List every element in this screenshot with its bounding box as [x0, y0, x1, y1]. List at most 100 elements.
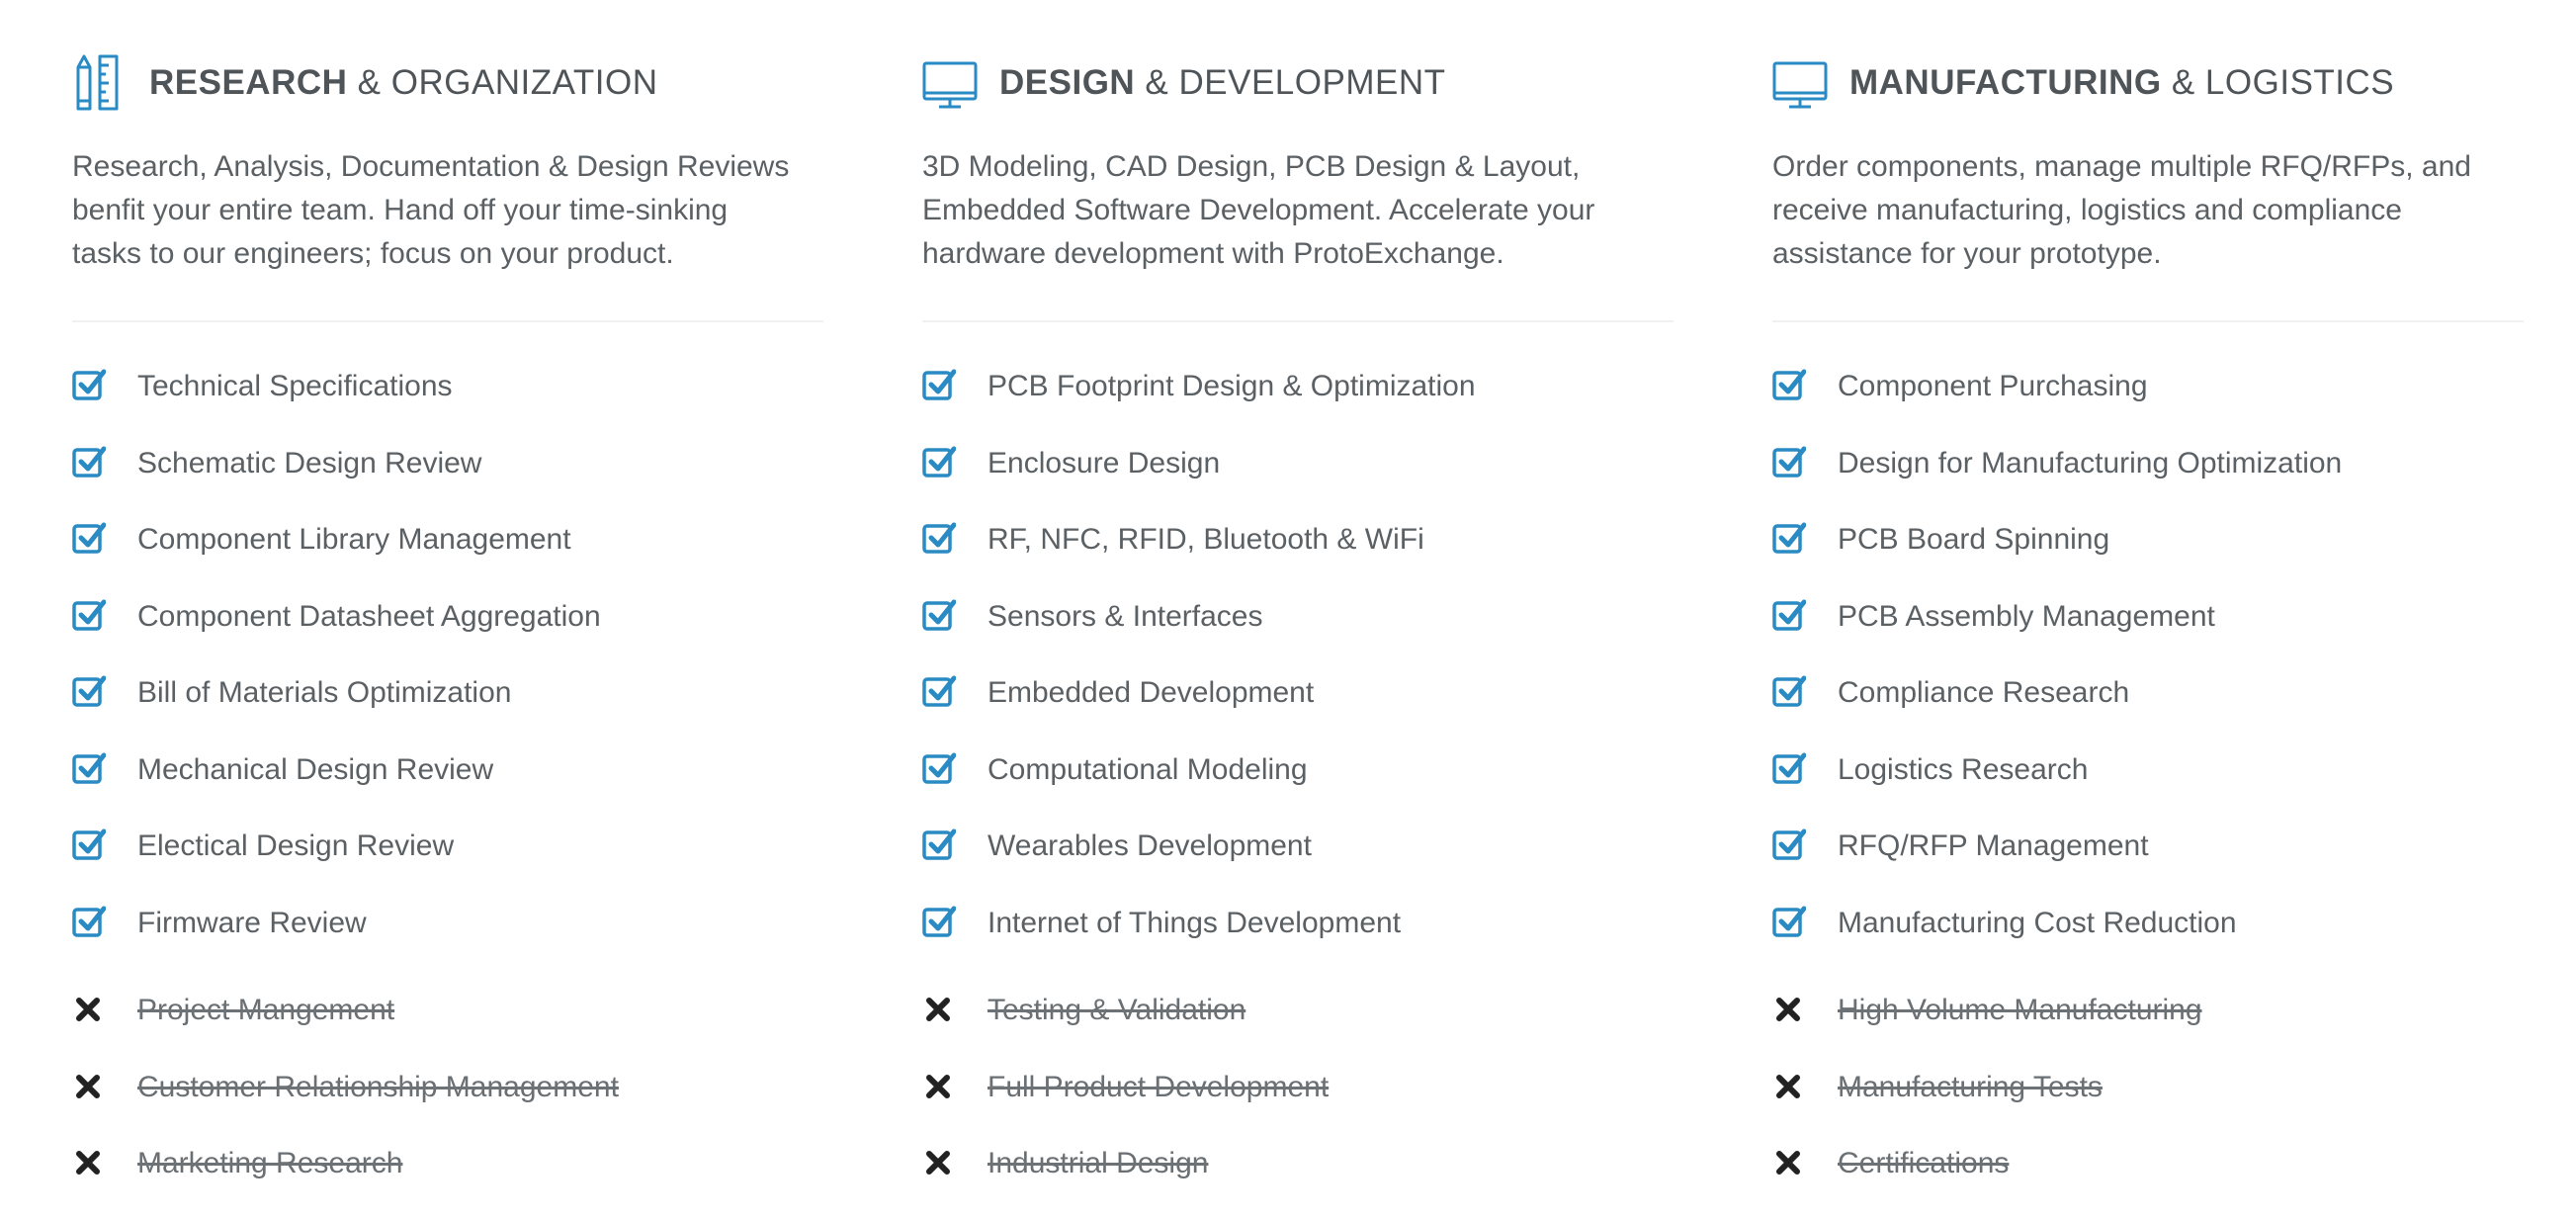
service-item-label: Manufacturing Cost Reduction [1838, 906, 2237, 939]
service-item-excluded: Industrial Design [922, 1134, 1674, 1193]
service-item-label: Logistics Research [1838, 752, 2089, 786]
checkbox-checked-icon [922, 444, 956, 478]
checkbox-checked-icon [1772, 520, 1806, 554]
description-line: Order components, manage multiple RFQ/RF… [1772, 150, 2471, 183]
checkbox-checked-icon [1772, 444, 1806, 478]
description-line: 3D Modeling, CAD Design, PCB Design & La… [922, 150, 1581, 183]
column-header: RESEARCH & ORGANIZATION [72, 53, 823, 113]
service-item-excluded: Testing & Validation [922, 981, 1674, 1040]
service-item-label: Component Datasheet Aggregation [137, 599, 601, 633]
service-item-label: Certifications [1838, 1147, 2010, 1179]
service-item-label: Component Library Management [137, 523, 571, 556]
checkbox-checked-icon [1772, 904, 1806, 937]
service-item-included: Component Datasheet Aggregation [72, 587, 823, 647]
x-mark-icon [75, 1074, 101, 1099]
description-line: Embedded Software Development. Accelerat… [922, 194, 1595, 226]
x-mark-icon [75, 1150, 101, 1176]
column-header: MANUFACTURING & LOGISTICS [1772, 53, 2524, 113]
divider [922, 320, 1674, 322]
service-item-included: PCB Footprint Design & Optimization [922, 357, 1674, 416]
service-item-included: Enclosure Design [922, 434, 1674, 493]
service-item-included: RF, NFC, RFID, Bluetooth & WiFi [922, 510, 1674, 569]
service-item-included: Component Purchasing [1772, 357, 2524, 416]
service-item-label: RF, NFC, RFID, Bluetooth & WiFi [987, 523, 1424, 556]
column-description: 3D Modeling, CAD Design, PCB Design & La… [922, 145, 1674, 276]
column-title-strong: DESIGN [999, 63, 1136, 102]
column-title-strong: RESEARCH [149, 63, 348, 102]
checkbox-checked-icon [72, 444, 106, 478]
service-item-included: PCB Assembly Management [1772, 587, 2524, 647]
checkbox-checked-icon [1772, 597, 1806, 631]
column-title: RESEARCH & ORGANIZATION [149, 57, 658, 109]
service-item-included: Computational Modeling [922, 741, 1674, 800]
description-line: receive manufacturing, logistics and com… [1772, 194, 2402, 226]
service-item-included: Technical Specifications [72, 357, 823, 416]
checkbox-checked-icon [72, 367, 106, 400]
x-mark-icon [925, 1150, 951, 1176]
service-item-label: Bill of Materials Optimization [137, 676, 512, 709]
checkbox-checked-icon [72, 673, 106, 707]
service-item-label: Customer Relationship Management [137, 1070, 619, 1103]
checkbox-checked-icon [922, 904, 956, 937]
x-mark-icon [1775, 997, 1801, 1022]
service-item-label: PCB Board Spinning [1838, 523, 2110, 556]
service-item-included: PCB Board Spinning [1772, 510, 2524, 569]
column-description: Research, Analysis, Documentation & Desi… [72, 145, 823, 276]
service-item-label: PCB Assembly Management [1838, 599, 2215, 633]
service-item-label: Technical Specifications [137, 370, 453, 402]
x-mark-icon [1775, 1150, 1801, 1176]
x-mark-icon [925, 997, 951, 1022]
services-columns: RESEARCH & ORGANIZATION Research, Analys… [0, 0, 2576, 1220]
service-item-label: Enclosure Design [987, 446, 1221, 479]
service-item-label: Computational Modeling [987, 752, 1308, 786]
service-item-included: Compliance Research [1772, 663, 2524, 723]
description-line: assistance for your prototype. [1772, 237, 2162, 270]
service-item-included: Wearables Development [922, 817, 1674, 876]
checkbox-checked-icon [72, 597, 106, 631]
service-item-label: Testing & Validation [987, 994, 1246, 1026]
checkbox-checked-icon [1772, 367, 1806, 400]
x-mark-icon [75, 997, 101, 1022]
service-item-included: Bill of Materials Optimization [72, 663, 823, 723]
checkbox-checked-icon [922, 750, 956, 784]
divider [1772, 320, 2524, 322]
service-item-excluded: Project Mangement [72, 981, 823, 1040]
service-item-excluded: High Volume Manufacturing [1772, 981, 2524, 1040]
service-item-label: Firmware Review [137, 906, 367, 939]
service-item-included: Mechanical Design Review [72, 741, 823, 800]
checkbox-checked-icon [922, 827, 956, 860]
service-item-excluded: Marketing Research [72, 1134, 823, 1193]
service-item-label: Embedded Development [987, 676, 1315, 709]
service-item-label: Component Purchasing [1838, 370, 2148, 402]
service-item-included: Schematic Design Review [72, 434, 823, 493]
service-item-label: Design for Manufacturing Optimization [1838, 446, 2343, 479]
service-item-included: Design for Manufacturing Optimization [1772, 434, 2524, 493]
service-item-included: Logistics Research [1772, 741, 2524, 800]
service-item-included: RFQ/RFP Management [1772, 817, 2524, 876]
service-item-excluded: Manufacturing Tests [1772, 1058, 2524, 1117]
service-item-included: Sensors & Interfaces [922, 587, 1674, 647]
description-line: hardware development with ProtoExchange. [922, 237, 1504, 270]
checkbox-checked-icon [1772, 827, 1806, 860]
column-title-light: & DEVELOPMENT [1135, 63, 1446, 102]
column-title-strong: MANUFACTURING [1849, 63, 2162, 102]
service-item-label: Mechanical Design Review [137, 752, 494, 786]
service-item-label: High Volume Manufacturing [1838, 994, 2202, 1026]
description-line: tasks to our engineers; focus on your pr… [72, 237, 674, 270]
service-item-label: Sensors & Interfaces [987, 599, 1263, 633]
checkbox-checked-icon [922, 597, 956, 631]
service-item-included: Manufacturing Cost Reduction [1772, 894, 2524, 953]
service-item-excluded: Certifications [1772, 1134, 2524, 1193]
service-item-label: PCB Footprint Design & Optimization [987, 370, 1476, 402]
service-item-included: Electical Design Review [72, 817, 823, 876]
service-item-label: Electical Design Review [137, 829, 455, 862]
service-item-included: Internet of Things Development [922, 894, 1674, 953]
checkbox-checked-icon [1772, 750, 1806, 784]
description-line: benfit your entire team. Hand off your t… [72, 194, 729, 226]
checkbox-checked-icon [72, 827, 106, 860]
service-item-label: Marketing Research [137, 1147, 403, 1179]
service-item-label: Internet of Things Development [987, 906, 1402, 939]
service-item-label: Wearables Development [987, 829, 1312, 862]
service-item-label: Industrial Design [987, 1147, 1209, 1179]
column-description: Order components, manage multiple RFQ/RF… [1772, 145, 2524, 276]
